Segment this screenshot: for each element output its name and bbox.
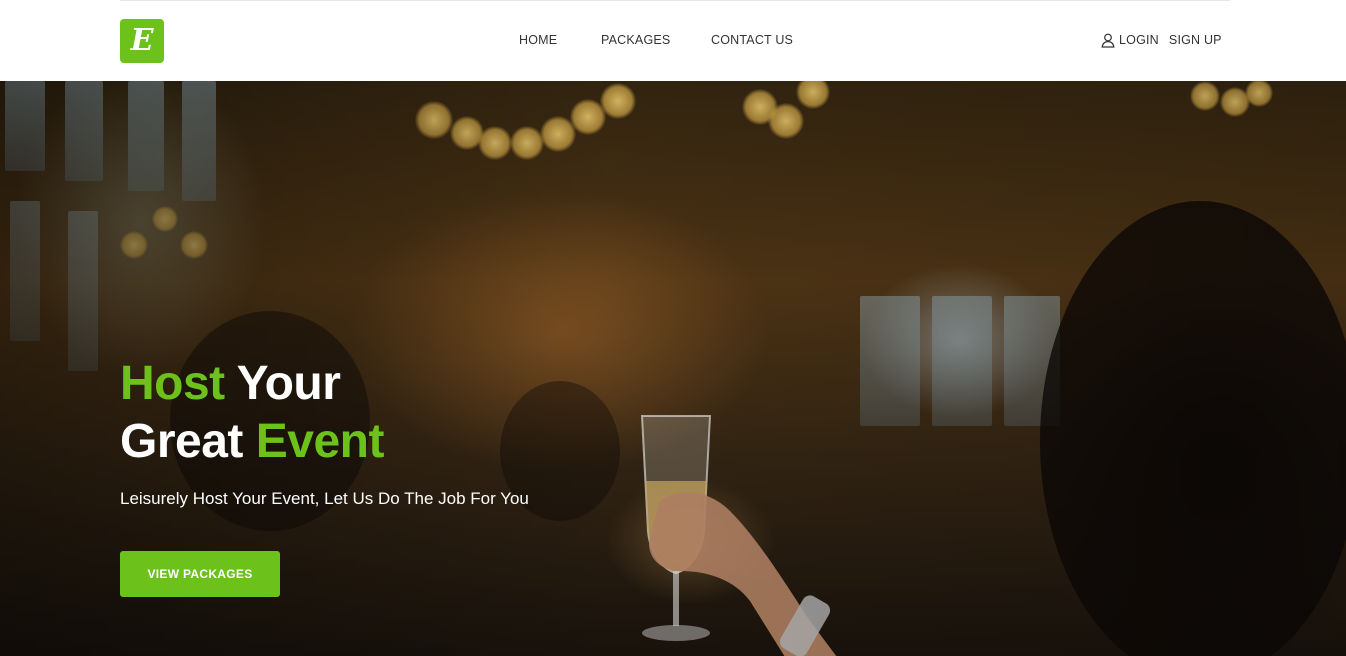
site-header: E HOME PACKAGES CONTACT US LOGIN SIGN UP <box>0 0 1346 81</box>
hero-title: Host Your Great Event <box>120 355 384 471</box>
header-top-divider <box>120 0 1230 1</box>
hero-title-word-event: Event <box>255 415 385 468</box>
view-packages-button[interactable]: VIEW PACKAGES <box>120 551 280 597</box>
user-icon <box>1101 33 1115 48</box>
hero-subtitle: Leisurely Host Your Event, Let Us Do The… <box>120 489 529 508</box>
signup-link[interactable]: SIGN UP <box>1169 33 1222 47</box>
logo[interactable]: E <box>120 19 164 63</box>
logo-letter: E <box>130 23 154 58</box>
nav-packages[interactable]: PACKAGES <box>601 33 670 47</box>
hero-title-word-host: Host <box>120 357 225 410</box>
nav-contact-us[interactable]: CONTACT US <box>711 33 793 47</box>
auth-links: LOGIN SIGN UP <box>1101 31 1222 49</box>
hero-title-word-great: Great <box>120 415 243 468</box>
hero-title-word-your: Your <box>236 357 341 410</box>
login-link[interactable]: LOGIN <box>1119 33 1159 47</box>
nav-home[interactable]: HOME <box>519 33 557 47</box>
hero-section: Host Your Great Event Leisurely Host You… <box>0 81 1346 656</box>
